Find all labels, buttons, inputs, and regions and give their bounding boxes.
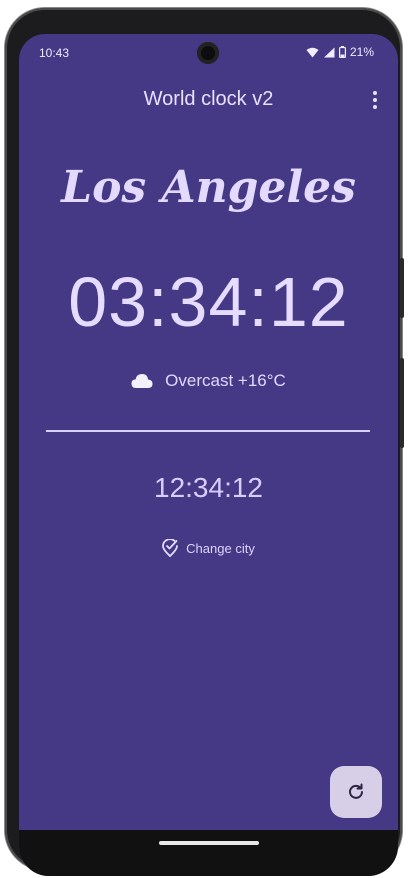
battery-icon xyxy=(338,46,346,58)
weather-text: Overcast +16°C xyxy=(165,371,286,390)
city-name: Los Angeles xyxy=(61,162,356,213)
weather-row: Overcast +16°C xyxy=(19,371,398,391)
phone-frame: 10:43 21% World clock v2 Los Angeles 03:… xyxy=(5,8,404,876)
front-camera xyxy=(197,42,219,64)
status-bar: 10:43 21% xyxy=(19,34,398,72)
city-clock: 03:34:12 xyxy=(68,263,349,341)
refresh-icon xyxy=(349,783,363,799)
change-city-button[interactable]: Change city xyxy=(19,539,398,557)
battery-percent: 21% xyxy=(349,45,374,59)
status-icons: 21% xyxy=(306,45,374,59)
wifi-icon xyxy=(306,47,319,57)
divider xyxy=(46,430,370,432)
home-gesture-handle[interactable] xyxy=(159,841,259,845)
app-title: World clock v2 xyxy=(143,88,274,110)
cloud-icon xyxy=(131,374,153,388)
power-button xyxy=(400,258,404,318)
refresh-button[interactable] xyxy=(330,766,382,818)
change-city-label: Change city xyxy=(186,540,255,556)
location-check-icon xyxy=(162,539,179,557)
local-time: 12:34:12 xyxy=(154,472,263,503)
navigation-bar xyxy=(19,830,398,876)
more-vert-icon[interactable] xyxy=(366,90,384,110)
status-time: 10:43 xyxy=(39,46,70,60)
screen: 10:43 21% World clock v2 Los Angeles 03:… xyxy=(19,34,398,876)
cellular-signal-icon xyxy=(323,47,335,57)
volume-button xyxy=(400,358,404,448)
